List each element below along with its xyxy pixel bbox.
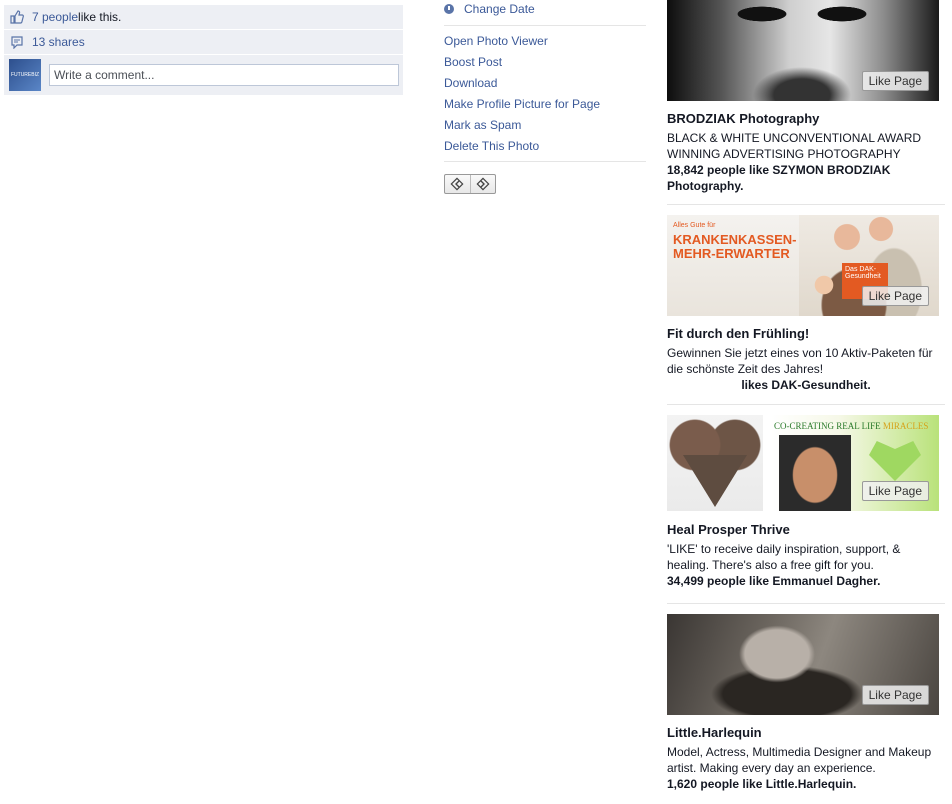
ad-image[interactable]: CO-CREATING REAL LIFE MIRACLES Like Page bbox=[667, 415, 939, 511]
rotate-controls bbox=[444, 174, 496, 194]
ad-body: BLACK & WHITE UNCONVENTIONAL AWARD WINNI… bbox=[667, 131, 922, 161]
ad-social-context: likes DAK-Gesundheit. bbox=[741, 378, 871, 392]
shares-row: 13 shares bbox=[4, 30, 403, 54]
feedback-box: 7 people like this. 13 shares FUTUREBIZ bbox=[4, 5, 403, 95]
clock-icon bbox=[444, 4, 454, 14]
ad-image[interactable]: Like Page bbox=[667, 0, 939, 101]
ads-column: Like Page BRODZIAK Photography BLACK & W… bbox=[667, 0, 945, 804]
thumbs-up-icon bbox=[10, 10, 24, 24]
avatar[interactable]: FUTUREBIZ bbox=[9, 59, 41, 91]
ad-social-context: 34,499 people like Emmanuel Dagher. bbox=[667, 574, 881, 588]
ad-body: 'LIKE' to receive daily inspiration, sup… bbox=[667, 542, 901, 572]
ad-body: Model, Actress, Multimedia Designer and … bbox=[667, 745, 932, 775]
rotate-left-icon bbox=[450, 177, 464, 191]
menu-items: Open Photo Viewer Boost Post Download Ma… bbox=[444, 26, 646, 159]
photo-options-menu: Change Date Open Photo Viewer Boost Post… bbox=[444, 0, 646, 194]
ad-image-text: CO-CREATING REAL LIFE MIRACLES bbox=[774, 421, 929, 431]
mark-as-spam-link[interactable]: Mark as Spam bbox=[444, 117, 646, 138]
ad-image-headline: KRANKENKASSEN- MEHR-ERWARTER bbox=[673, 232, 797, 261]
like-page-button[interactable]: Like Page bbox=[861, 286, 929, 306]
rotate-right-icon bbox=[476, 177, 490, 191]
ad-image-small-text: Alles Gute für bbox=[673, 222, 716, 229]
shares-link[interactable]: 13 shares bbox=[32, 35, 85, 49]
boost-post-link[interactable]: Boost Post bbox=[444, 54, 646, 75]
shares-icon bbox=[10, 35, 24, 50]
likes-suffix: like this. bbox=[78, 10, 122, 24]
ad-dak: Alles Gute für KRANKENKASSEN- MEHR-ERWAR… bbox=[667, 215, 945, 405]
ad-image-heart bbox=[667, 415, 763, 511]
rotate-right-button[interactable] bbox=[469, 175, 496, 193]
likes-row: 7 people like this. bbox=[4, 5, 403, 29]
download-link[interactable]: Download bbox=[444, 75, 646, 96]
ad-image-face bbox=[779, 435, 851, 511]
ad-body: Gewinnen Sie jetzt eines von 10 Aktiv-Pa… bbox=[667, 346, 933, 376]
comment-row: FUTUREBIZ bbox=[4, 55, 403, 95]
divider bbox=[444, 161, 646, 162]
ad-social-context: 1,620 people like Little.Harlequin. bbox=[667, 777, 857, 791]
ad-social-context: 18,842 people like SZYMON BRODZIAK Photo… bbox=[667, 163, 891, 193]
like-page-button[interactable]: Like Page bbox=[861, 481, 929, 501]
ad-title[interactable]: Heal Prosper Thrive bbox=[667, 522, 945, 538]
ad-brodziak: Like Page BRODZIAK Photography BLACK & W… bbox=[667, 0, 945, 205]
ad-title[interactable]: Little.Harlequin bbox=[667, 725, 945, 741]
delete-photo-link[interactable]: Delete This Photo bbox=[444, 138, 646, 159]
likes-link[interactable]: 7 people bbox=[32, 10, 78, 24]
comment-input[interactable] bbox=[49, 64, 399, 86]
rotate-left-button[interactable] bbox=[445, 175, 470, 193]
change-date-link[interactable]: Change Date bbox=[464, 2, 535, 16]
like-page-button[interactable]: Like Page bbox=[861, 71, 929, 91]
open-photo-viewer-link[interactable]: Open Photo Viewer bbox=[444, 33, 646, 54]
make-profile-picture-link[interactable]: Make Profile Picture for Page bbox=[444, 96, 646, 117]
ad-image[interactable]: Like Page bbox=[667, 614, 939, 715]
ad-little-harlequin: Like Page Little.Harlequin Model, Actres… bbox=[667, 614, 945, 804]
like-page-button[interactable]: Like Page bbox=[861, 685, 929, 705]
ad-image-green-heart bbox=[869, 441, 921, 481]
ad-image[interactable]: Alles Gute für KRANKENKASSEN- MEHR-ERWAR… bbox=[667, 215, 939, 316]
ad-title[interactable]: Fit durch den Frühling! bbox=[667, 326, 945, 342]
ad-heal-prosper-thrive: CO-CREATING REAL LIFE MIRACLES Like Page… bbox=[667, 415, 945, 604]
change-date-row: Change Date bbox=[444, 0, 646, 18]
ad-title[interactable]: BRODZIAK Photography bbox=[667, 111, 945, 127]
